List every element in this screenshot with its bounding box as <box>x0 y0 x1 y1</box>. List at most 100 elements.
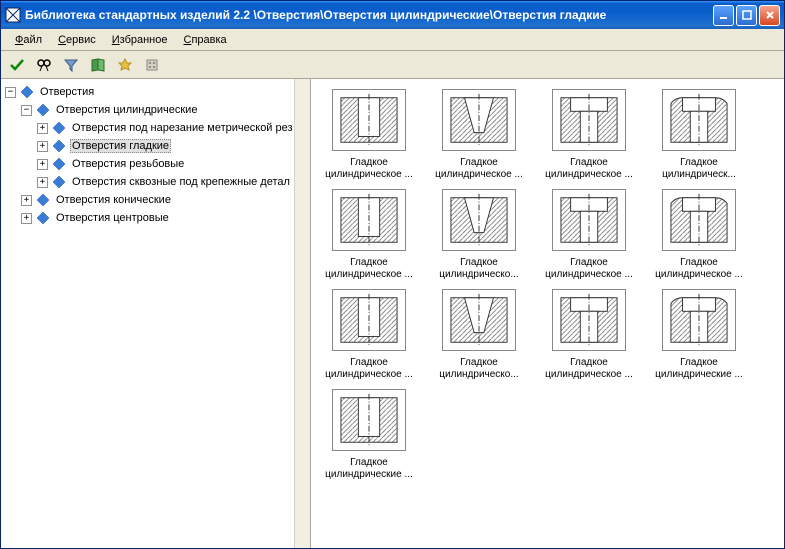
item-thumbnail <box>552 189 626 251</box>
catalog-item[interactable]: Гладкоецилиндрическое ... <box>541 289 637 381</box>
tree: −Отверстия −Отверстия цилиндрические +От… <box>1 83 310 227</box>
settings-button[interactable] <box>140 53 164 77</box>
titlebar: Библиотека стандартных изделий 2.2 \Отве… <box>1 1 784 29</box>
item-thumbnail <box>442 189 516 251</box>
item-sublabel: цилиндрическое ... <box>321 169 417 181</box>
app-window: Библиотека стандартных изделий 2.2 \Отве… <box>0 0 785 549</box>
item-label: Гладкое <box>651 157 747 169</box>
tree-node-root[interactable]: Отверстия <box>38 85 96 99</box>
item-thumbnail <box>662 189 736 251</box>
window-controls <box>713 5 780 26</box>
catalog-item[interactable]: Гладкоецилиндрическое ... <box>431 89 527 181</box>
item-label: Гладкое <box>651 257 747 269</box>
item-thumbnail <box>442 289 516 351</box>
item-label: Гладкое <box>541 257 637 269</box>
catalog-button[interactable] <box>86 53 110 77</box>
tree-node-center[interactable]: Отверстия центровые <box>54 211 171 225</box>
items-grid: Гладкоецилиндрическое ...Гладкоецилиндри… <box>321 89 774 481</box>
catalog-item[interactable]: Гладкоецилиндрическое ... <box>541 189 637 281</box>
menu-service[interactable]: Сервис <box>50 32 104 48</box>
item-sublabel: цилиндрическое ... <box>651 269 747 281</box>
window-title: Библиотека стандартных изделий 2.2 \Отве… <box>25 8 713 22</box>
tree-node-smooth[interactable]: Отверстия гладкие <box>70 139 171 153</box>
item-label: Гладкое <box>431 157 527 169</box>
item-thumbnail <box>332 189 406 251</box>
menu-file[interactable]: Файл <box>7 32 50 48</box>
folder-icon <box>52 157 66 171</box>
item-sublabel: цилиндрическое ... <box>431 169 527 181</box>
tree-node-cylindrical[interactable]: Отверстия цилиндрические <box>54 103 199 117</box>
minimize-button[interactable] <box>713 5 734 26</box>
close-button[interactable] <box>759 5 780 26</box>
catalog-item[interactable]: Гладкоецилиндрические ... <box>321 389 417 481</box>
item-thumbnail <box>332 289 406 351</box>
expander-icon[interactable]: − <box>21 105 32 116</box>
expander-icon[interactable]: − <box>5 87 16 98</box>
item-label: Гладкое <box>651 357 747 369</box>
folder-icon <box>52 139 66 153</box>
item-sublabel: цилиндрическое ... <box>541 169 637 181</box>
catalog-item[interactable]: Гладкоецилиндрическо... <box>431 189 527 281</box>
filter-button[interactable] <box>59 53 83 77</box>
item-sublabel: цилиндрическое ... <box>541 269 637 281</box>
item-thumbnail <box>662 89 736 151</box>
folder-icon <box>36 211 50 225</box>
folder-icon <box>36 103 50 117</box>
items-panel: Гладкоецилиндрическое ...Гладкоецилиндри… <box>311 79 784 548</box>
item-label: Гладкое <box>431 257 527 269</box>
catalog-item[interactable]: Гладкоецилиндрическ... <box>651 89 747 181</box>
tree-node-through[interactable]: Отверстия сквозные под крепежные детал <box>70 175 292 189</box>
item-thumbnail <box>552 89 626 151</box>
expander-icon[interactable]: + <box>37 177 48 188</box>
tree-node-conical[interactable]: Отверстия конические <box>54 193 173 207</box>
content-area: −Отверстия −Отверстия цилиндрические +От… <box>1 79 784 548</box>
app-icon <box>5 7 21 23</box>
item-sublabel: цилиндрические ... <box>321 469 417 481</box>
toolbar <box>1 51 784 79</box>
item-sublabel: цилиндрическо... <box>431 269 527 281</box>
item-thumbnail <box>332 389 406 451</box>
catalog-item[interactable]: Гладкоецилиндрическое ... <box>321 89 417 181</box>
folder-icon <box>52 121 66 135</box>
item-sublabel: цилиндрическое ... <box>321 369 417 381</box>
item-sublabel: цилиндрическое ... <box>321 269 417 281</box>
folder-icon <box>52 175 66 189</box>
folder-icon <box>20 85 34 99</box>
item-sublabel: цилиндрическое ... <box>541 369 637 381</box>
expander-icon[interactable]: + <box>37 123 48 134</box>
menubar: Файл Сервис Избранное Справка <box>1 29 784 51</box>
catalog-item[interactable]: Гладкоецилиндрическое ... <box>321 189 417 281</box>
scrollbar[interactable] <box>294 79 310 548</box>
find-button[interactable] <box>32 53 56 77</box>
catalog-item[interactable]: Гладкоецилиндрическо... <box>431 289 527 381</box>
expander-icon[interactable]: + <box>37 141 48 152</box>
menu-favorites[interactable]: Избранное <box>104 32 176 48</box>
item-label: Гладкое <box>321 357 417 369</box>
catalog-item[interactable]: Гладкоецилиндрическое ... <box>651 189 747 281</box>
item-thumbnail <box>332 89 406 151</box>
item-label: Гладкое <box>541 357 637 369</box>
tree-panel: −Отверстия −Отверстия цилиндрические +От… <box>1 79 311 548</box>
favorite-button[interactable] <box>113 53 137 77</box>
item-thumbnail <box>662 289 736 351</box>
catalog-item[interactable]: Гладкоецилиндрические ... <box>651 289 747 381</box>
tree-node-metric[interactable]: Отверстия под нарезание метрической рез <box>70 121 295 135</box>
item-label: Гладкое <box>321 457 417 469</box>
item-sublabel: цилиндрическ... <box>651 169 747 181</box>
item-label: Гладкое <box>541 157 637 169</box>
item-label: Гладкое <box>321 257 417 269</box>
expander-icon[interactable]: + <box>21 213 32 224</box>
item-label: Гладкое <box>321 157 417 169</box>
item-sublabel: цилиндрическо... <box>431 369 527 381</box>
apply-button[interactable] <box>5 53 29 77</box>
item-thumbnail <box>552 289 626 351</box>
item-thumbnail <box>442 89 516 151</box>
expander-icon[interactable]: + <box>21 195 32 206</box>
maximize-button[interactable] <box>736 5 757 26</box>
catalog-item[interactable]: Гладкоецилиндрическое ... <box>541 89 637 181</box>
menu-help[interactable]: Справка <box>176 32 235 48</box>
item-sublabel: цилиндрические ... <box>651 369 747 381</box>
expander-icon[interactable]: + <box>37 159 48 170</box>
tree-node-threaded[interactable]: Отверстия резьбовые <box>70 157 186 171</box>
catalog-item[interactable]: Гладкоецилиндрическое ... <box>321 289 417 381</box>
